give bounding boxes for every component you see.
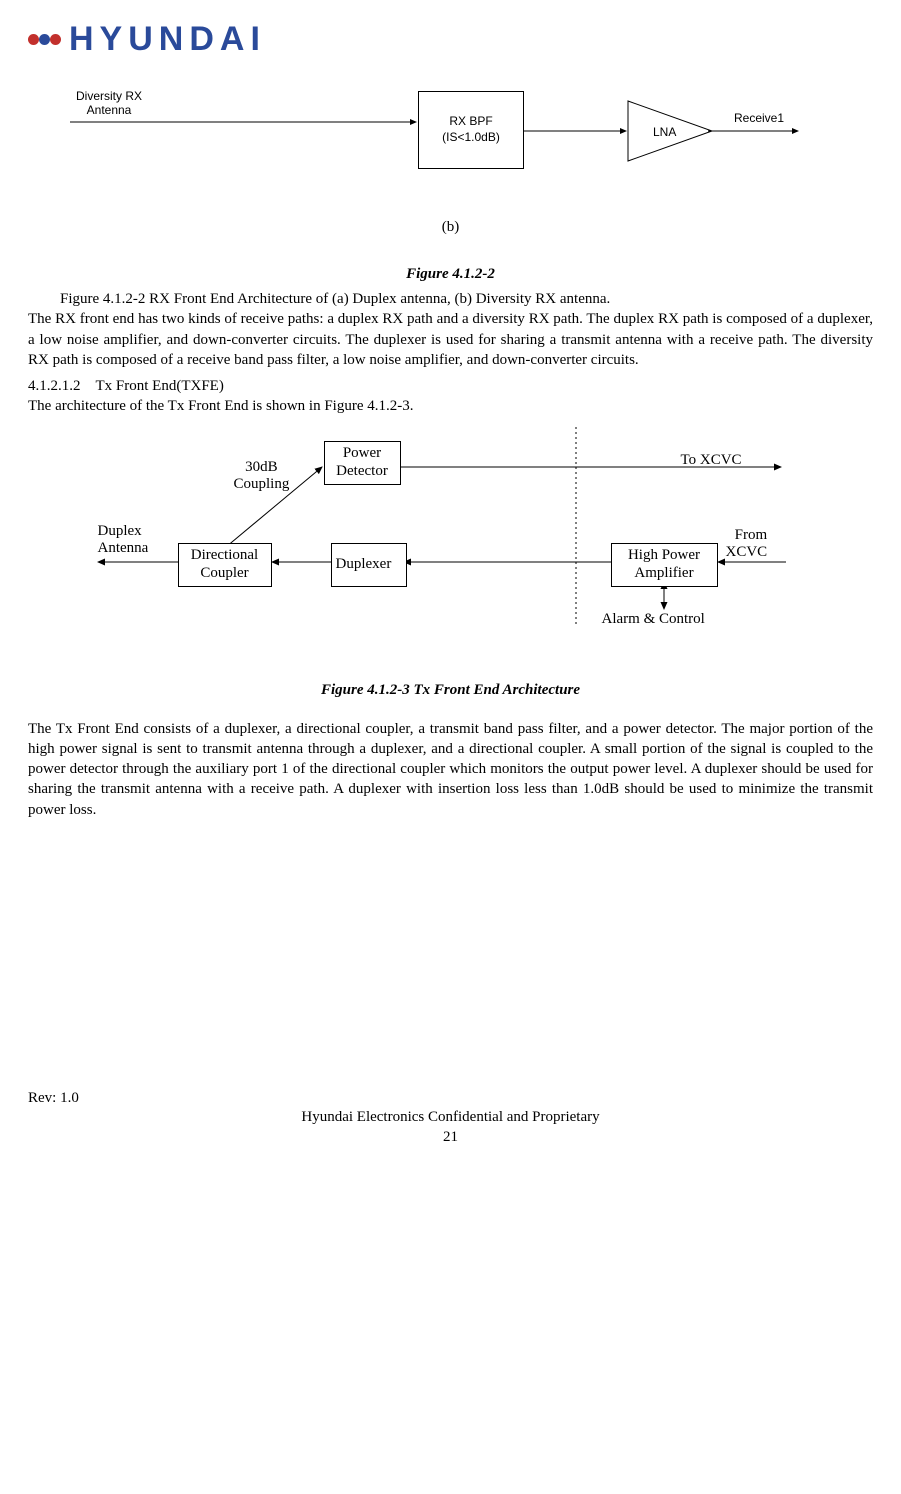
sublabel-b: (b) (28, 219, 873, 236)
paragraph-tx-front-end: The Tx Front End consists of a duplexer,… (28, 719, 873, 820)
figure-4-1-2-3-title: Figure 4.1.2-3 Tx Front End Architecture (28, 682, 873, 699)
figure-4-1-2-2-title: Figure 4.1.2-2 (28, 266, 873, 283)
label-diversity-antenna: Diversity RX Antenna (64, 89, 154, 118)
dot-icon (50, 34, 61, 45)
diagram-rx-front-end: Diversity RX Antenna RX BPF (IS<1.0dB) L… (28, 89, 873, 209)
label-alarm-control: Alarm & Control (602, 611, 705, 628)
logo-text: HYUNDAI (69, 20, 266, 59)
section-heading: 4.1.2.1.2 Tx Front End(TXFE) (28, 376, 873, 396)
box-duplexer: Duplexer (331, 543, 407, 587)
label-from-xcvc: From XCVC (726, 527, 768, 562)
page-number: 21 (28, 1127, 873, 1147)
dot-icon (28, 34, 39, 45)
label-duplex-antenna: Duplex Antenna (98, 523, 149, 558)
dot-icon (39, 34, 50, 45)
confidential-label: Hyundai Electronics Confidential and Pro… (28, 1107, 873, 1127)
box-high-power-amplifier: High Power Amplifier (611, 543, 718, 587)
label-30db-coupling: 30dB Coupling (234, 459, 290, 494)
box-power-detector: Power Detector (324, 441, 401, 485)
label-to-xcvc: To XCVC (681, 452, 742, 469)
box-rx-bpf: RX BPF (IS<1.0dB) (418, 91, 524, 169)
section-intro: The architecture of the Tx Front End is … (28, 396, 873, 416)
logo-dots (28, 34, 61, 45)
paragraph-rx-front-end: The RX front end has two kinds of receiv… (28, 309, 873, 370)
logo: HYUNDAI (28, 20, 873, 59)
page-footer: Rev: 1.0 Hyundai Electronics Confidentia… (28, 1090, 873, 1148)
diagram-tx-front-end: Power Detector 30dB Coupling Duplex Ante… (86, 427, 816, 657)
label-receive1: Receive1 (734, 111, 784, 125)
rev-label: Rev: 1.0 (28, 1090, 873, 1107)
label-lna: LNA (653, 125, 676, 139)
figure-4-1-2-2-caption: Figure 4.1.2-2 RX Front End Architecture… (28, 289, 873, 309)
box-directional-coupler: Directional Coupler (178, 543, 272, 587)
